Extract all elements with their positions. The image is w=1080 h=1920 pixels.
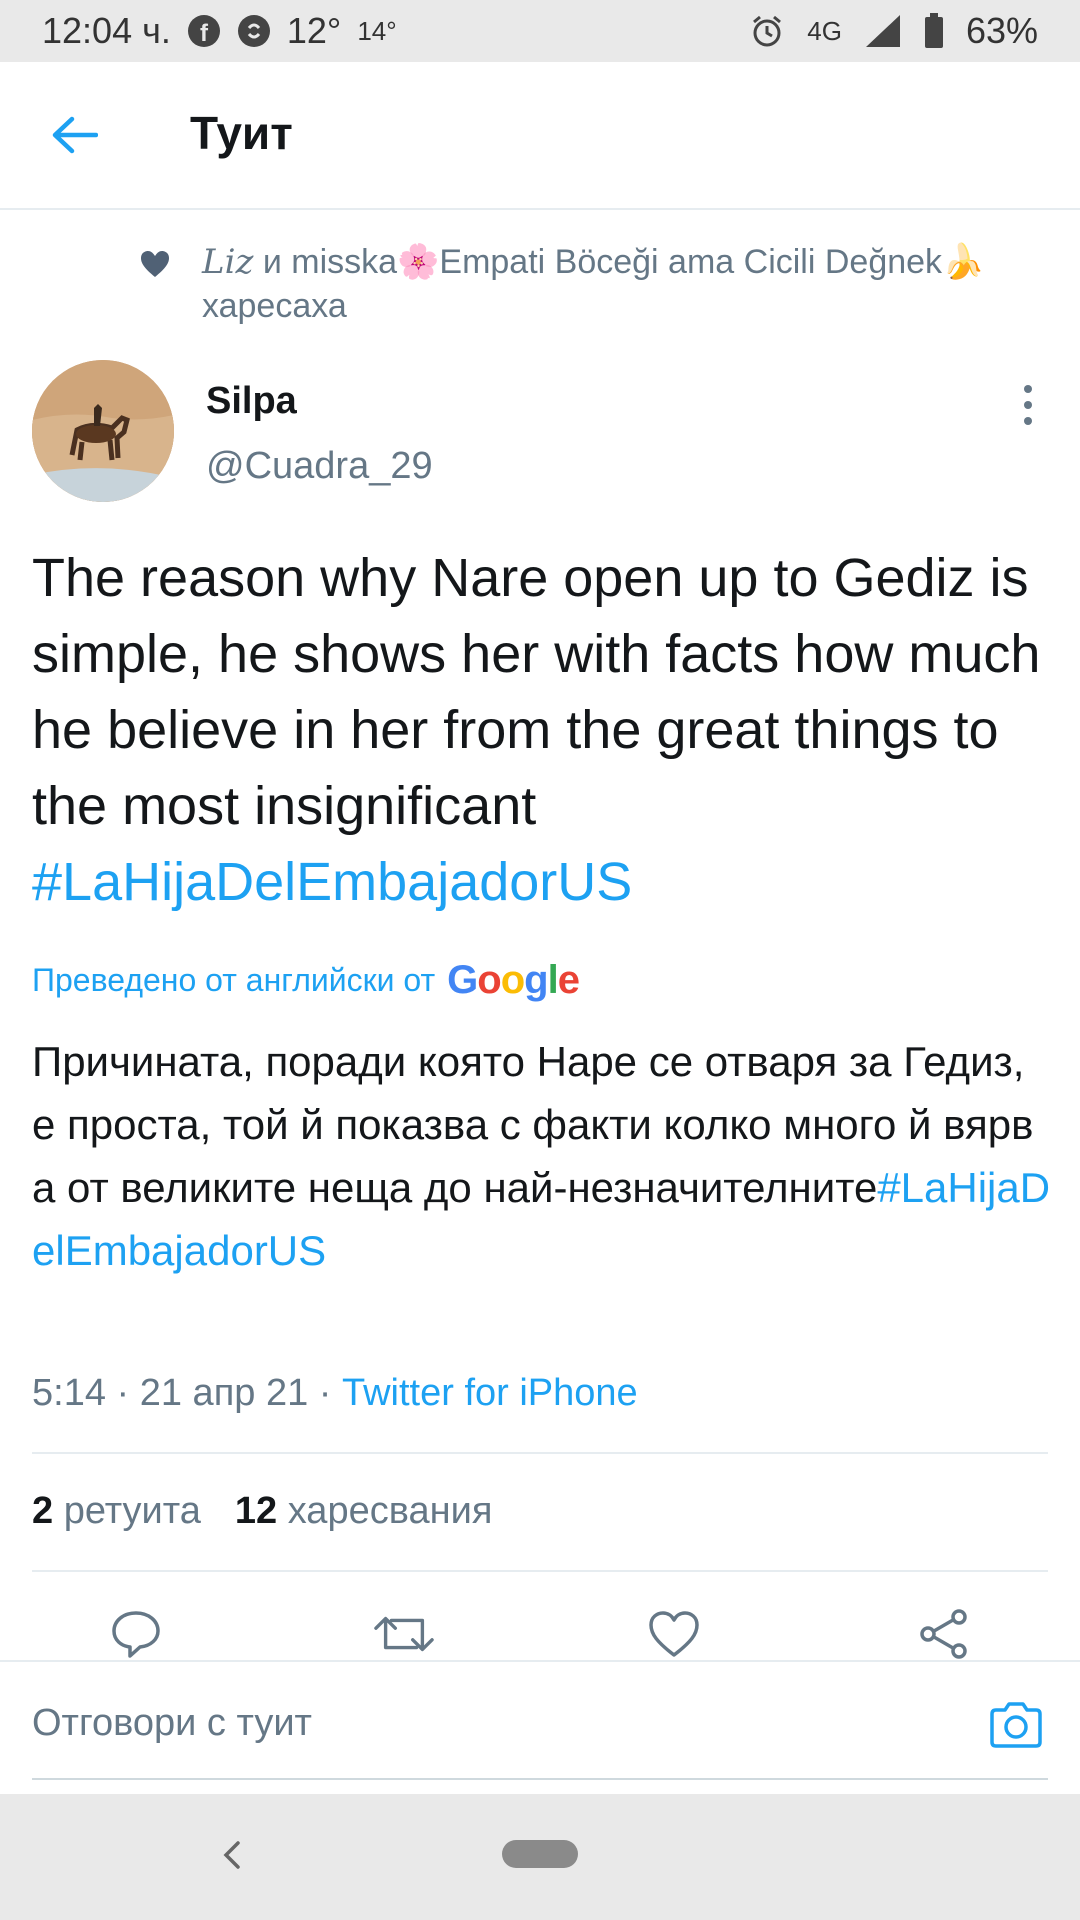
- more-options-icon[interactable]: [1010, 380, 1046, 430]
- social-context-text: Liz и misska🌸Empati Böceği ama Cicili De…: [202, 240, 984, 328]
- camera-icon: [990, 1702, 1042, 1748]
- retweet-button[interactable]: [374, 1604, 434, 1664]
- status-bar: 12:04 ч. f 12° 14° 4G 63%: [0, 0, 1080, 62]
- tweet-text: The reason why Nare open up to Gediz is …: [32, 540, 1052, 920]
- reply-bar: Отговори с туит: [0, 1660, 1080, 1792]
- author-name[interactable]: Silpa: [206, 380, 297, 423]
- reply-input-underline: [32, 1778, 1048, 1780]
- share-button[interactable]: [914, 1604, 974, 1664]
- author-handle[interactable]: @Cuadra_29: [206, 445, 433, 488]
- back-button[interactable]: [44, 110, 104, 160]
- arrow-left-icon: [52, 116, 98, 154]
- tweet-source-link[interactable]: Twitter for iPhone: [342, 1372, 638, 1414]
- tweet-body: The reason why Nare open up to Gediz is …: [32, 548, 1041, 836]
- liker-names: и misska🌸Empati Böceği ama Cicili Değnek…: [262, 243, 985, 281]
- tweet-meta: 5:14 · 21 апр 21 · Twitter for iPhone: [32, 1372, 638, 1415]
- translation-attribution[interactable]: Преведено от английски от Google: [32, 958, 580, 1003]
- likes-count: 12: [234, 1490, 278, 1532]
- battery-percent: 63%: [965, 10, 1038, 51]
- svg-text:f: f: [200, 20, 209, 47]
- hashtag-link[interactable]: #LaHijaDelEmbajadorUS: [32, 852, 632, 912]
- likes-label: харесвания: [287, 1490, 493, 1532]
- heart-icon: [140, 240, 180, 328]
- retweets-stat[interactable]: 2 ретуита: [32, 1490, 201, 1533]
- translation-text: Причината, поради която Наре се отваря з…: [32, 1030, 1052, 1282]
- divider: [32, 1452, 1048, 1454]
- reply-icon: [112, 1611, 160, 1658]
- tweet-stats: 2 ретуита 12 харесвания: [32, 1490, 492, 1533]
- battery-icon: [924, 13, 944, 49]
- system-back-button[interactable]: [220, 1834, 244, 1884]
- status-time: 12:04 ч.: [42, 10, 171, 51]
- horse-rider-image: [32, 360, 174, 502]
- status-temp-1: 12°: [286, 10, 342, 51]
- chevron-left-icon: [223, 1841, 240, 1869]
- reply-button[interactable]: [106, 1604, 166, 1664]
- avatar[interactable]: [32, 360, 174, 502]
- facebook-icon: f: [187, 14, 221, 48]
- home-pill-button[interactable]: [502, 1840, 578, 1868]
- retweets-count: 2: [32, 1490, 54, 1532]
- page-title: Туит: [190, 107, 293, 159]
- share-icon: [920, 1609, 967, 1659]
- camera-button[interactable]: [988, 1698, 1044, 1752]
- tweet-actions: [0, 1604, 1080, 1664]
- heart-outline-icon: [649, 1611, 699, 1657]
- google-logo: Google: [447, 958, 580, 1002]
- likes-stat[interactable]: 12 харесвания: [235, 1490, 493, 1533]
- liker-name-liz: Liz: [202, 242, 254, 282]
- retweet-icon: [374, 1616, 434, 1652]
- social-context[interactable]: Liz и misska🌸Empati Böceği ama Cicili De…: [140, 240, 1040, 328]
- divider: [32, 1570, 1048, 1572]
- status-temp-2: 14°: [357, 15, 397, 46]
- signal-icon: [864, 13, 902, 49]
- alarm-icon: [749, 13, 785, 49]
- retweets-label: ретуита: [63, 1490, 201, 1532]
- reply-input[interactable]: Отговори с туит: [32, 1702, 312, 1745]
- network-type: 4G: [807, 15, 842, 46]
- translated-label: Преведено от английски от: [32, 962, 436, 998]
- shazam-icon: [237, 14, 271, 48]
- system-nav-bar: [0, 1794, 1080, 1920]
- app-header: Туит: [0, 62, 1080, 210]
- tweet-timestamp: 5:14 · 21 апр 21 ·: [32, 1372, 342, 1414]
- like-button[interactable]: [644, 1604, 704, 1664]
- liked-label: харесаха: [202, 287, 347, 325]
